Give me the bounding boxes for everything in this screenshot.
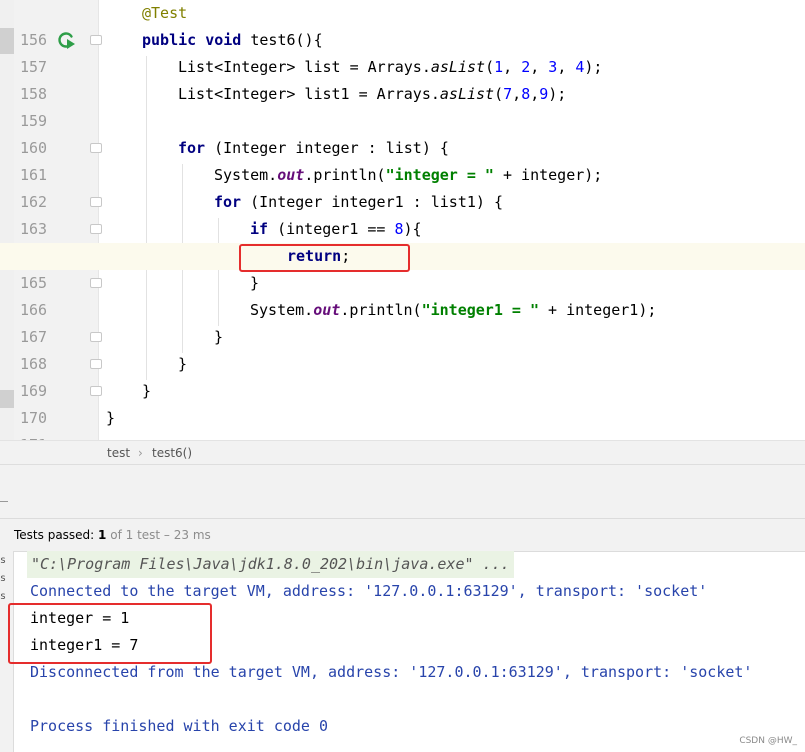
code-text: + integer);	[493, 166, 603, 184]
code-line: 171 }	[0, 405, 805, 454]
keyword: void	[205, 31, 242, 49]
highlight-box	[239, 244, 410, 272]
code-text: ,	[512, 85, 522, 103]
statement: System.out.println("integer = " + intege…	[214, 162, 602, 189]
watermark: CSDN @HW_	[739, 736, 797, 746]
breadcrumb-item-test6[interactable]: test6()	[152, 446, 192, 460]
code-text: .println(	[304, 166, 386, 184]
code-text: ,	[530, 85, 540, 103]
tool-window-gap	[0, 464, 805, 519]
code-line: 157 public void test6(){	[0, 27, 805, 76]
code-text: List<Integer> list = Arrays.	[178, 58, 431, 76]
if-statement: if (integer1 == 8){	[250, 216, 422, 243]
code-line: 158 List<Integer> list = Arrays.asList(1…	[0, 54, 805, 103]
side-label: ns	[0, 591, 6, 602]
code-line: 169 }	[0, 351, 805, 400]
code-text: + integer1);	[539, 301, 657, 319]
fold-marker-icon[interactable]	[90, 143, 102, 153]
number: 2	[521, 58, 531, 76]
statement: List<Integer> list = Arrays.asList(1, 2,…	[178, 54, 602, 81]
code-text: System.	[214, 166, 278, 184]
fold-marker-icon[interactable]	[90, 332, 102, 342]
console-connected-line: Connected to the target VM, address: '12…	[30, 582, 708, 600]
keyword: public	[142, 31, 197, 49]
statement: System.out.println("integer1 = " + integ…	[250, 297, 656, 324]
code-line: 168 }	[0, 324, 805, 373]
number: 9	[539, 85, 549, 103]
fold-marker-icon[interactable]	[90, 386, 102, 396]
for-statement: for (Integer integer1 : list1) {	[214, 189, 503, 216]
console-command-line[interactable]: "C:\Program Files\Java\jdk1.8.0_202\bin\…	[27, 551, 514, 578]
method-call: asList	[439, 85, 495, 103]
string-literal: "integer = "	[385, 166, 494, 184]
number: 8	[394, 220, 404, 238]
test-results-header: Tests passed: 1 of 1 test – 23 ms	[0, 518, 805, 552]
code-line: 164 if (integer1 == 8){	[0, 216, 805, 265]
breadcrumb-separator: ›	[138, 446, 143, 460]
fold-marker-icon[interactable]	[90, 278, 102, 288]
code-editor[interactable]: 156 @Test 157 public void test6(){ 158 L…	[0, 0, 805, 454]
code-text: );	[584, 58, 603, 76]
number: 3	[548, 58, 558, 76]
closing-brace: }	[178, 355, 188, 373]
number: 7	[503, 85, 513, 103]
collapse-icon[interactable]	[0, 501, 8, 502]
code-line: 161 for (Integer integer : list) {	[0, 135, 805, 184]
code-text: (Integer integer1 : list1) {	[241, 193, 503, 211]
code-line: 159 List<Integer> list1 = Arrays.asList(…	[0, 81, 805, 130]
statement: List<Integer> list1 = Arrays.asList(7,8,…	[178, 81, 566, 108]
number: 8	[521, 85, 531, 103]
code-line: 170 }	[0, 378, 805, 427]
tests-status-label: Tests passed:	[14, 528, 95, 542]
code-text: .println(	[340, 301, 422, 319]
tests-passed-count: 1	[98, 528, 107, 542]
string-literal: "integer1 = "	[421, 301, 539, 319]
keyword: for	[214, 193, 242, 211]
number: 1	[494, 58, 504, 76]
code-text: (	[485, 58, 495, 76]
fold-marker-icon[interactable]	[90, 197, 102, 207]
method-call: asList	[430, 58, 486, 76]
console-finished-line: Process finished with exit code 0	[30, 717, 329, 735]
fold-marker-icon[interactable]	[90, 359, 102, 369]
tests-status: Tests passed: 1 of 1 test – 23 ms	[14, 528, 211, 542]
code-text: );	[548, 85, 567, 103]
code-text: ,	[557, 58, 576, 76]
static-field: out	[277, 166, 305, 184]
code-text: (integer1 ==	[268, 220, 395, 238]
side-label: ns	[0, 555, 6, 566]
code-text: (	[494, 85, 504, 103]
method-declaration: public void test6(){	[142, 27, 323, 54]
for-statement: for (Integer integer : list) {	[178, 135, 449, 162]
code-text: (Integer integer : list) {	[205, 139, 449, 157]
code-line: 162 System.out.println("integer = " + in…	[0, 162, 805, 211]
breadcrumb: test › test6()	[0, 440, 805, 465]
annotation: @Test	[142, 4, 188, 22]
keyword: if	[250, 220, 269, 238]
code-line: 163 for (Integer integer1 : list1) {	[0, 189, 805, 238]
code-line: 167 System.out.println("integer1 = " + i…	[0, 297, 805, 346]
code-text: System.	[250, 301, 314, 319]
closing-brace: }	[250, 274, 260, 292]
code-text: ){	[403, 220, 422, 238]
output-highlight-box	[8, 603, 212, 664]
fold-marker-icon[interactable]	[90, 35, 102, 45]
code-text: ,	[530, 58, 549, 76]
code-line: 166 }	[0, 270, 805, 319]
code-text: List<Integer> list1 = Arrays.	[178, 85, 440, 103]
run-test-icon[interactable]	[56, 30, 76, 50]
closing-brace: }	[142, 382, 152, 400]
keyword: for	[178, 139, 206, 157]
side-label: ns	[0, 573, 6, 584]
tests-detail: of 1 test – 23 ms	[110, 528, 211, 542]
closing-brace: }	[214, 328, 224, 346]
code-line: 160	[0, 108, 805, 157]
closing-brace: }	[106, 409, 116, 427]
code-text: ,	[503, 58, 522, 76]
static-field: out	[313, 301, 341, 319]
fold-marker-icon[interactable]	[90, 224, 102, 234]
code-text: test6(){	[241, 31, 323, 49]
breadcrumb-item-test[interactable]: test	[107, 446, 130, 460]
code-line: 156 @Test	[0, 0, 805, 49]
